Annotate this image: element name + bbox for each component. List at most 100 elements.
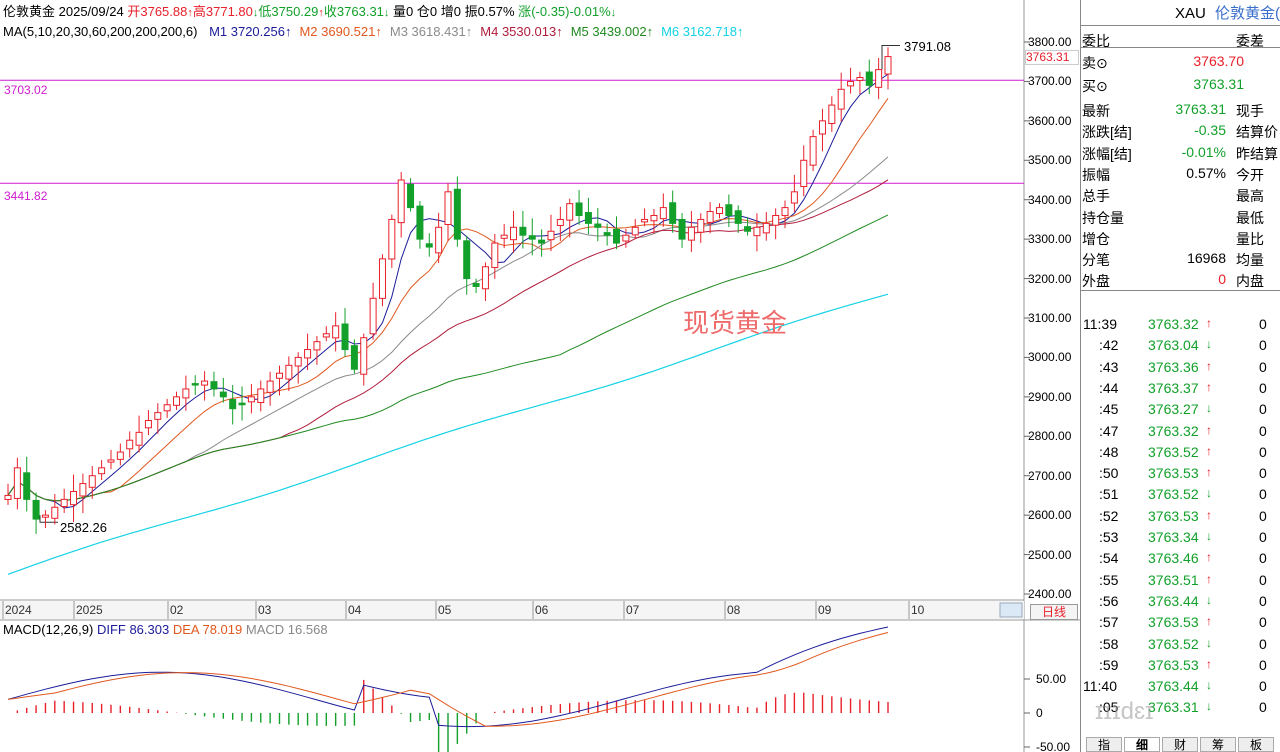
candle [818,108,826,152]
tick-volume: 0 [1259,678,1267,695]
tick-volume: 0 [1259,656,1267,673]
y-tick-label: 2400.00 [1028,587,1072,601]
candle [772,208,780,240]
candle [631,219,639,240]
candle [790,174,798,213]
tick-time: :48 [1099,443,1119,460]
quote-row: 最新 3763.31 现手 [1082,98,1280,119]
y-tick-label: 3300.00 [1028,232,1072,247]
quote-row-label2: 均量 [1236,252,1264,269]
tick-time: :52 [1099,507,1119,524]
macd-tick-label: 50.00 [1036,672,1067,686]
tick-price: 3763.46 [1148,550,1199,567]
candle [126,431,134,458]
candle [70,474,78,523]
quote-row-label2: 内盘 [1236,273,1264,290]
quote-row: 买⊙ 3763.31 [1082,73,1280,94]
y-tick-label: 3100.00 [1028,311,1072,325]
bottom-tab[interactable]: 板 [1238,737,1274,752]
candle [884,47,892,90]
low-label: 低 [258,4,272,19]
diff-line [7,626,889,728]
tick-price: 3763.53 [1148,656,1199,673]
candle [809,129,817,171]
quote-row-value: 0.57% [1186,164,1226,181]
candle [510,210,518,253]
y-tick-label: 2500.00 [1028,547,1072,562]
quote-row-label2: 昨结算 [1236,145,1278,162]
tick-time: 11:39 [1083,316,1117,332]
candle [266,371,274,406]
macd-tick-label: 0 [1036,706,1043,720]
oi-value: 0 [429,4,438,19]
quote-row-label: 持仓量 [1082,209,1124,226]
tick-row: 11:39 3763.32 ↑ 0 [1082,313,1280,334]
tick-volume: 0 [1259,422,1267,439]
bottom-tab[interactable]: 指 [1086,737,1122,752]
tick-time: :53 [1099,529,1119,545]
tick-price: 3763.52 [1148,635,1199,652]
chart-window: 2024 2025 02 03 04 05 06 07 08 09 10 伦敦黄金 2025/09/… [0,0,1280,752]
candle [313,335,321,365]
quote-row-label: 振幅 [1082,166,1110,183]
quote-row-value: 16968 [1187,250,1226,267]
candle [547,214,555,252]
tick-time: :57 [1099,614,1119,631]
tick-price: 3763.37 [1148,379,1199,396]
quote-header: XAU 伦敦黄金( [1081,0,1280,26]
tick-price: 3763.53 [1148,507,1199,524]
tick-time: :47 [1099,422,1119,439]
x-tick-label: 04 [348,603,362,617]
tick-dir: ↓ [1206,529,1212,543]
y-tick-label: 3400.00 [1028,192,1072,207]
close-label: 收 [323,4,337,19]
bottom-tab[interactable]: 财 [1162,737,1198,752]
bottom-tab[interactable]: 筹 [1200,737,1236,752]
tick-dir: ↓ [1206,699,1212,714]
macd-label: MACD(12,26,9) [3,622,94,637]
bottom-tab[interactable]: 细 [1124,737,1160,752]
tick-row: :45 3763.27 ↓ 0 [1082,398,1280,419]
watermark-title: 现货黄金 [683,308,788,338]
candle [173,391,181,410]
candle [32,492,40,534]
tick-volume: 0 [1259,550,1267,567]
ma-legend: MA(5,10,20,30,60,200,200,200,6) M1 3720.… [3,25,744,38]
candle [41,510,49,529]
candle [453,176,461,247]
candle [762,212,770,241]
macd-value-label: MACD [245,622,285,637]
tick-row: :57 3763.53 ↑ 0 [1082,611,1280,632]
tick-dir: ↓ [1206,401,1212,416]
quote-row: 外盘 0 内盘 [1082,268,1280,289]
candle [575,190,583,225]
tick-dir: ↓ [1206,635,1212,650]
candle [650,209,658,234]
candle [800,145,808,197]
candle [875,57,883,100]
tick-dir: ↑ [1206,507,1212,522]
period-tab[interactable]: 日线 [1030,604,1078,620]
tick-price: 3763.52 [1148,443,1199,460]
tick-volume: 0 [1259,379,1267,396]
y-tick-label: 2700.00 [1028,468,1072,483]
candle [135,415,143,453]
candle [538,229,546,257]
open-value: 3765.88 [140,4,188,19]
candle [238,386,246,421]
candle [659,193,667,227]
incr-label: 增 [440,4,454,19]
kline-chart[interactable]: 2024 2025 02 03 04 05 06 07 08 09 10 [0,0,1080,752]
tick-price: 3763.34 [1148,529,1199,545]
volume-label: 量 [393,4,407,19]
tick-time: :56 [1099,592,1119,609]
candle [463,235,471,295]
tick-time: :50 [1099,465,1119,482]
candle [201,371,209,401]
incr-value: 0 [453,4,462,19]
candle [397,171,405,238]
tick-row: :47 3763.32 ↑ 0 [1082,420,1280,441]
quote-row: 总手 最高 [1082,183,1280,204]
quote-row-label: 分笔 [1082,252,1110,269]
candle [219,377,227,403]
